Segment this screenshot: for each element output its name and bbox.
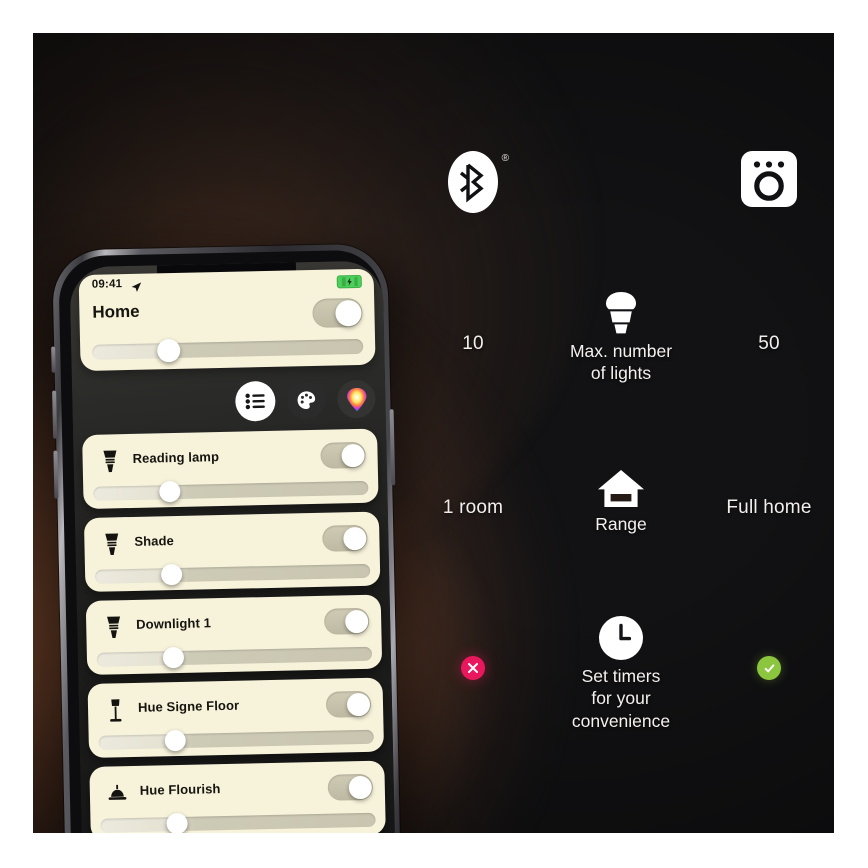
- range-center-cell: Range: [538, 470, 704, 535]
- phone-frame: 09:41 Home Reading lamp Shade Downlight …: [51, 243, 401, 833]
- tab-scenes-view[interactable]: [286, 380, 326, 420]
- list-item-label: Hue Flourish: [139, 781, 221, 798]
- range-left-cell: 1 room: [408, 470, 538, 519]
- comparison-row-timers: Set timers for your convenience: [408, 616, 834, 732]
- list-item-label: Reading lamp: [132, 449, 220, 466]
- palette-icon: [297, 391, 316, 409]
- max-lights-caption-line1: Max. number: [569, 341, 673, 361]
- floor-lamp-icon: [104, 697, 127, 723]
- spot-bulb-icon: [100, 531, 123, 557]
- scene-stage: ® 10 Max. number of lights 50 1 room Ran…: [33, 33, 834, 833]
- range-left-value: 1 room: [442, 497, 504, 518]
- max-lights-right-value: 50: [758, 333, 780, 354]
- light-brightness-slider[interactable]: [100, 812, 376, 833]
- light-toggle-knob: [342, 526, 367, 550]
- light-brightness-slider[interactable]: [93, 480, 369, 503]
- light-brightness-slider-knob[interactable]: [166, 812, 188, 833]
- home-card[interactable]: 09:41 Home: [78, 268, 376, 372]
- light-toggle[interactable]: [322, 524, 368, 552]
- tab-list-view[interactable]: [234, 380, 276, 422]
- status-bar: 09:41: [79, 269, 374, 299]
- cross-badge: [461, 656, 485, 680]
- phone-bezel: 09:41 Home Reading lamp Shade Downlight …: [58, 249, 396, 833]
- light-brightness-slider-knob[interactable]: [164, 729, 186, 752]
- list-item[interactable]: Downlight 1: [85, 594, 383, 675]
- timers-caption-line2: for your: [591, 688, 651, 709]
- max-lights-left-value: 10: [462, 333, 484, 354]
- comparison-header-spacer: [538, 151, 704, 213]
- spot-bulb-icon: [98, 448, 121, 474]
- light-brightness-slider-knob[interactable]: [159, 480, 181, 503]
- comparison-header-row: ®: [408, 151, 834, 213]
- range-right-cell: Full home: [704, 470, 834, 519]
- range-right-value: Full home: [726, 497, 812, 518]
- list-item-label: Hue Signe Floor: [137, 697, 240, 715]
- home-master-toggle[interactable]: [312, 297, 363, 328]
- light-toggle-knob: [346, 692, 370, 716]
- status-time: 09:41: [91, 278, 123, 291]
- home-master-toggle-knob: [334, 299, 362, 326]
- list-icon: [245, 393, 265, 410]
- light-toggle-knob: [348, 775, 372, 799]
- tab-color-view[interactable]: [336, 379, 376, 419]
- phone-mute-switch[interactable]: [51, 346, 56, 373]
- home-brightness-slider[interactable]: [92, 338, 364, 363]
- max-lights-caption-line2: of lights: [590, 363, 652, 384]
- home-brightness-slider-knob[interactable]: [157, 338, 181, 363]
- list-item-label: Shade: [134, 533, 175, 549]
- timers-caption-line1: Set timers: [581, 666, 661, 686]
- list-item[interactable]: Reading lamp: [82, 428, 379, 510]
- phone-volume-up-button[interactable]: [52, 390, 58, 439]
- list-item-label: Downlight 1: [136, 615, 212, 632]
- phone-volume-down-button[interactable]: [53, 450, 59, 499]
- max-lights-caption: Max. number of lights: [570, 340, 672, 385]
- phone-mockup: 09:41 Home Reading lamp Shade Downlight …: [36, 243, 418, 833]
- comparison-panel: ® 10 Max. number of lights 50 1 room Ran…: [408, 33, 834, 833]
- light-brightness-slider[interactable]: [96, 646, 373, 669]
- list-item[interactable]: Shade: [83, 511, 381, 593]
- timers-caption-line3: convenience: [571, 710, 671, 731]
- light-brightness-slider[interactable]: [98, 729, 374, 752]
- lights-list: Reading lamp Shade Downlight 1 Hue Signe…: [82, 428, 386, 833]
- light-bulb-icon: [604, 291, 638, 335]
- comparison-row-range: 1 room Range Full home: [408, 470, 834, 535]
- bridge-column-header: [704, 151, 834, 213]
- range-caption-line1: Range: [595, 514, 647, 534]
- clock-icon: [599, 616, 643, 660]
- light-toggle[interactable]: [325, 690, 372, 718]
- light-toggle[interactable]: [323, 607, 370, 635]
- list-item[interactable]: Hue Signe Floor: [87, 677, 385, 758]
- max-lights-right-cell: 50: [704, 291, 834, 355]
- range-caption: Range: [595, 513, 647, 535]
- comparison-row-max-lights: 10 Max. number of lights 50: [408, 291, 834, 385]
- downlight-icon: [102, 614, 125, 640]
- phone-screen: 09:41 Home Reading lamp Shade Downlight …: [69, 260, 396, 833]
- battery-charging-icon: [336, 274, 362, 289]
- timers-right-cell: [704, 616, 834, 680]
- timers-left-cell: [408, 616, 538, 680]
- max-lights-left-cell: 10: [408, 291, 538, 355]
- light-brightness-slider-knob[interactable]: [162, 646, 185, 669]
- hue-bridge-icon: [741, 151, 797, 213]
- house-icon: [598, 470, 644, 508]
- max-lights-center-cell: Max. number of lights: [538, 291, 704, 385]
- check-badge: [757, 656, 781, 680]
- list-item[interactable]: Hue Flourish: [89, 760, 386, 833]
- bluetooth-icon: ®: [448, 151, 509, 213]
- ceiling-lamp-icon: [106, 780, 129, 806]
- light-toggle[interactable]: [327, 773, 374, 801]
- bluetooth-column-header: ®: [408, 151, 538, 213]
- location-arrow-icon: [131, 280, 142, 298]
- light-toggle-knob: [340, 443, 365, 467]
- light-brightness-slider[interactable]: [95, 563, 371, 586]
- timers-center-cell: Set timers for your convenience: [538, 616, 704, 732]
- color-picker-icon: [346, 387, 366, 411]
- timers-caption: Set timers for your convenience: [572, 665, 670, 732]
- bluetooth-trademark: ®: [501, 153, 509, 164]
- page-title: Home: [92, 301, 140, 322]
- light-toggle-knob: [344, 609, 368, 633]
- light-toggle[interactable]: [320, 441, 366, 469]
- mode-switcher: [234, 379, 376, 422]
- light-brightness-slider-knob[interactable]: [160, 563, 183, 586]
